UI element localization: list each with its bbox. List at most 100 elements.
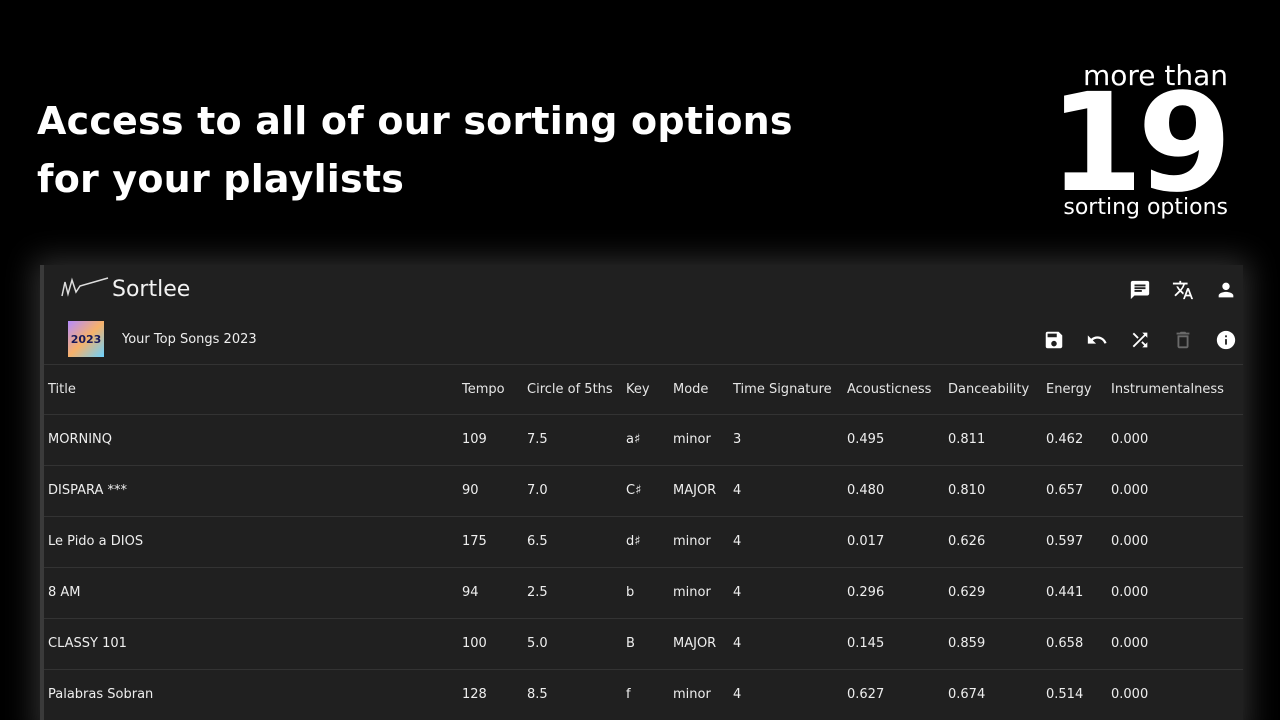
table-row[interactable]: Palabras Sobran 128 8.5 f minor 4 0.627 … [44, 669, 1243, 720]
cell-circle-of-5ths: 7.5 [527, 414, 626, 466]
cell-key: C♯ [626, 465, 673, 517]
cell-danceability: 0.810 [948, 465, 1046, 517]
playlist-cover-text: 2023 [70, 332, 102, 346]
cell-energy: 0.441 [1046, 567, 1111, 619]
cell-instrumentalness: 0.000 [1111, 567, 1243, 619]
cell-energy: 0.657 [1046, 465, 1111, 517]
column-header[interactable]: Energy [1046, 366, 1111, 415]
cell-key: d♯ [626, 516, 673, 568]
app-window: Sortlee 2023 Your Top Songs 2023 Title T… [40, 265, 1243, 720]
cell-energy: 0.597 [1046, 516, 1111, 568]
cell-time-signature: 3 [733, 414, 847, 466]
table-row[interactable]: MORNINQ 109 7.5 a♯ minor 3 0.495 0.811 0… [44, 414, 1243, 466]
cell-tempo: 100 [462, 618, 527, 670]
cell-danceability: 0.629 [948, 567, 1046, 619]
cell-instrumentalness: 0.000 [1111, 618, 1243, 670]
headline-line-2: for your playlists [37, 157, 405, 201]
save-icon[interactable] [1042, 328, 1065, 351]
cell-mode: minor [673, 669, 733, 720]
cell-mode: minor [673, 567, 733, 619]
cell-instrumentalness: 0.000 [1111, 465, 1243, 517]
translate-icon[interactable] [1171, 278, 1194, 301]
table-row[interactable]: Le Pido a DIOS 175 6.5 d♯ minor 4 0.017 … [44, 516, 1243, 568]
cell-energy: 0.658 [1046, 618, 1111, 670]
cell-mode: minor [673, 516, 733, 568]
column-header[interactable]: Key [626, 366, 673, 415]
promo-number: 19 [1048, 65, 1232, 223]
cell-tempo: 90 [462, 465, 527, 517]
cell-danceability: 0.674 [948, 669, 1046, 720]
info-icon[interactable] [1214, 328, 1237, 351]
cell-acousticness: 0.017 [847, 516, 948, 568]
column-header[interactable]: Circle of 5ths [527, 366, 626, 415]
table-header-row: Title Tempo Circle of 5ths Key Mode Time… [44, 366, 1243, 415]
cell-tempo: 175 [462, 516, 527, 568]
column-header[interactable]: Time Signature [733, 366, 847, 415]
cell-title: CLASSY 101 [44, 618, 462, 670]
cell-key: b [626, 567, 673, 619]
cell-mode: MAJOR [673, 465, 733, 517]
playlist-bar: 2023 Your Top Songs 2023 [44, 315, 1243, 365]
cell-circle-of-5ths: 2.5 [527, 567, 626, 619]
app-bar: Sortlee [44, 265, 1243, 315]
column-header[interactable]: Mode [673, 366, 733, 415]
cell-time-signature: 4 [733, 669, 847, 720]
cell-danceability: 0.626 [948, 516, 1046, 568]
cell-title: 8 AM [44, 567, 462, 619]
cell-title: Le Pido a DIOS [44, 516, 462, 568]
headline-line-1: Access to all of our sorting options [37, 99, 793, 143]
cell-energy: 0.462 [1046, 414, 1111, 466]
cell-mode: minor [673, 414, 733, 466]
column-header[interactable]: Tempo [462, 366, 527, 415]
cell-instrumentalness: 0.000 [1111, 414, 1243, 466]
shuffle-icon[interactable] [1128, 328, 1151, 351]
column-header[interactable]: Title [44, 366, 462, 415]
sortlee-logo-icon [61, 277, 109, 297]
cell-acousticness: 0.296 [847, 567, 948, 619]
cell-instrumentalness: 0.000 [1111, 669, 1243, 720]
cell-acousticness: 0.145 [847, 618, 948, 670]
cell-title: DISPARA *** [44, 465, 462, 517]
cell-circle-of-5ths: 5.0 [527, 618, 626, 670]
undo-icon[interactable] [1085, 328, 1108, 351]
cell-tempo: 128 [462, 669, 527, 720]
cell-title: MORNINQ [44, 414, 462, 466]
brand-name: Sortlee [112, 277, 191, 302]
cell-energy: 0.514 [1046, 669, 1111, 720]
tracks-table: Title Tempo Circle of 5ths Key Mode Time… [44, 366, 1243, 720]
cell-danceability: 0.859 [948, 618, 1046, 670]
feedback-icon[interactable] [1128, 278, 1151, 301]
table-row[interactable]: 8 AM 94 2.5 b minor 4 0.296 0.629 0.441 … [44, 567, 1243, 619]
cell-key: f [626, 669, 673, 720]
playlist-cover[interactable]: 2023 [68, 321, 104, 357]
cell-time-signature: 4 [733, 516, 847, 568]
cell-acousticness: 0.495 [847, 414, 948, 466]
cell-key: B [626, 618, 673, 670]
cell-circle-of-5ths: 6.5 [527, 516, 626, 568]
cell-tempo: 109 [462, 414, 527, 466]
delete-icon[interactable] [1171, 328, 1194, 351]
cell-acousticness: 0.627 [847, 669, 948, 720]
cell-instrumentalness: 0.000 [1111, 516, 1243, 568]
headline: Access to all of our sorting options for… [37, 92, 793, 208]
promo-bottom-text: sorting options [1063, 195, 1228, 220]
cell-mode: MAJOR [673, 618, 733, 670]
playlist-name: Your Top Songs 2023 [122, 332, 257, 347]
cell-circle-of-5ths: 8.5 [527, 669, 626, 720]
table-row[interactable]: CLASSY 101 100 5.0 B MAJOR 4 0.145 0.859… [44, 618, 1243, 670]
column-header[interactable]: Danceability [948, 366, 1046, 415]
cell-time-signature: 4 [733, 618, 847, 670]
account-icon[interactable] [1214, 278, 1237, 301]
column-header[interactable]: Instrumentalness [1111, 366, 1243, 415]
cell-time-signature: 4 [733, 567, 847, 619]
cell-danceability: 0.811 [948, 414, 1046, 466]
column-header[interactable]: Acousticness [847, 366, 948, 415]
cell-title: Palabras Sobran [44, 669, 462, 720]
promo-badge: more than 19 sorting options [1038, 56, 1232, 223]
cell-tempo: 94 [462, 567, 527, 619]
cell-circle-of-5ths: 7.0 [527, 465, 626, 517]
cell-acousticness: 0.480 [847, 465, 948, 517]
table-row[interactable]: DISPARA *** 90 7.0 C♯ MAJOR 4 0.480 0.81… [44, 465, 1243, 517]
cell-key: a♯ [626, 414, 673, 466]
cell-time-signature: 4 [733, 465, 847, 517]
